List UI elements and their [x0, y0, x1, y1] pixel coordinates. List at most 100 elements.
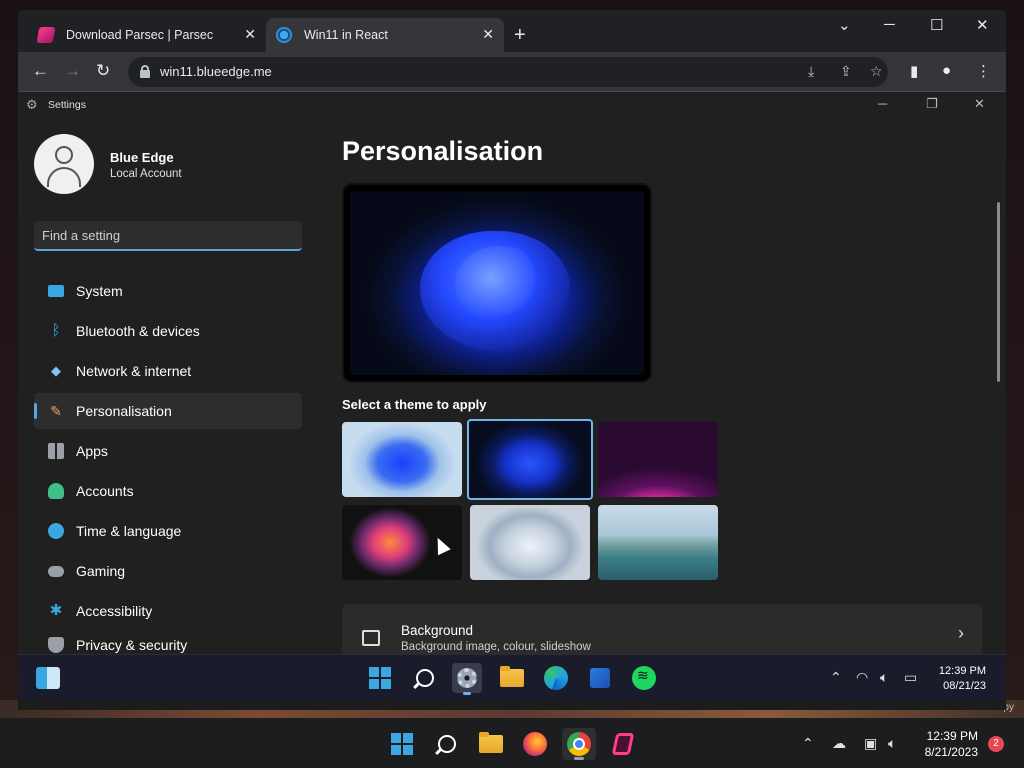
search-input[interactable]: [34, 221, 302, 249]
accessibility-icon: ✱: [49, 602, 63, 619]
sidebar-item-accounts[interactable]: Accounts: [34, 473, 302, 509]
sidebar-item-gaming[interactable]: Gaming: [34, 553, 302, 589]
sidebar-item-personalisation[interactable]: ✎ Personalisation: [34, 393, 302, 429]
folder-icon: [479, 732, 503, 753]
back-arrow-icon[interactable]: ←: [32, 61, 49, 81]
tab-win11[interactable]: Win11 in React ✕: [266, 18, 504, 52]
sidebar-item-network[interactable]: ◆ Network & internet: [34, 353, 302, 389]
profile-name: Blue Edge: [110, 150, 174, 165]
apps-icon: [48, 443, 64, 459]
host-start-button[interactable]: [385, 728, 419, 760]
settings-app-button[interactable]: [452, 663, 482, 695]
parsec-icon: [36, 27, 56, 43]
host-clock[interactable]: 12:39 PM 8/21/2023: [914, 728, 978, 760]
theme-thumbnail-sunrise[interactable]: [598, 505, 718, 580]
browser-window: Download Parsec | Parsec ✕ Win11 in Reac…: [18, 10, 1006, 710]
notification-badge[interactable]: 2: [988, 736, 1004, 752]
settings-restore-button[interactable]: ❐: [926, 96, 938, 112]
sidebar-item-system[interactable]: System: [34, 273, 302, 309]
sidebar-item-privacy[interactable]: Privacy & security: [34, 633, 302, 653]
windows-icon: [369, 667, 391, 689]
volume-icon[interactable]: 🔈︎: [888, 735, 896, 752]
bookmark-star-icon[interactable]: ☆: [870, 63, 883, 80]
search-icon: [438, 735, 456, 753]
page-title: Personalisation: [342, 136, 544, 166]
theme-thumbnail-flow[interactable]: [470, 505, 590, 580]
tab-strip: Download Parsec | Parsec ✕ Win11 in Reac…: [18, 10, 1006, 52]
search-button[interactable]: [410, 663, 440, 693]
battery-icon[interactable]: ▭: [904, 669, 917, 686]
sidebar-item-label: Bluetooth & devices: [76, 323, 200, 339]
tab-parsec[interactable]: Download Parsec | Parsec ✕: [28, 18, 266, 52]
search-icon: [416, 669, 434, 687]
host-firefox-button[interactable]: [518, 728, 552, 760]
minimize-button[interactable]: ─: [884, 16, 895, 33]
forward-arrow-icon[interactable]: →: [64, 61, 81, 81]
volume-icon[interactable]: 🔈︎: [880, 669, 888, 686]
web-page: ⚙ Settings ─ ❐ ✕ Blue Edge Local Account…: [18, 92, 1006, 710]
host-clock-time: 12:39 PM: [926, 729, 978, 743]
file-explorer-button[interactable]: [497, 663, 527, 693]
edge-button[interactable]: [541, 663, 571, 693]
lock-icon[interactable]: [140, 65, 150, 78]
start-button[interactable]: [365, 663, 395, 693]
sidebar-item-bluetooth[interactable]: ᛒ Bluetooth & devices: [34, 313, 302, 349]
share-icon[interactable]: ⇪: [840, 63, 852, 80]
scrollbar[interactable]: [997, 202, 1000, 382]
maximize-button[interactable]: ☐: [930, 16, 943, 34]
wifi-icon[interactable]: ◠: [856, 669, 868, 686]
network-icon: ◆: [51, 363, 61, 378]
close-window-button[interactable]: ✕: [976, 16, 989, 34]
side-panel-icon[interactable]: ▮: [910, 62, 918, 80]
theme-thumbnail-dark-bloom[interactable]: [467, 419, 593, 500]
tab-search-button[interactable]: ⌄: [838, 16, 851, 34]
menu-icon[interactable]: ⋮: [976, 62, 991, 80]
theme-section-label: Select a theme to apply: [342, 397, 487, 412]
widgets-icon[interactable]: [36, 667, 60, 689]
background-subtitle: Background image, colour, slideshow: [401, 641, 591, 653]
store-button[interactable]: [585, 663, 615, 693]
system-icon: [48, 285, 64, 297]
background-title: Background: [401, 623, 474, 638]
reload-icon[interactable]: ↻: [96, 61, 110, 81]
settings-close-button[interactable]: ✕: [974, 96, 985, 112]
sidebar-item-apps[interactable]: Apps: [34, 433, 302, 469]
sidebar-item-label: Privacy & security: [76, 637, 188, 653]
browser-toolbar: ← → ↻ win11.blueedge.me ⤓ ⇪ ☆ ▮ ● ⋮: [18, 52, 1006, 92]
network-icon[interactable]: ▣: [864, 735, 877, 752]
host-taskbar: ⌃ ☁ ▣ 🔈︎ 12:39 PM 8/21/2023 2: [0, 718, 1024, 768]
theme-thumbnail-light-bloom[interactable]: [342, 422, 462, 497]
taskbar-clock[interactable]: 12:39 PM 08/21/23: [936, 664, 986, 694]
host-clock-date: 8/21/2023: [924, 745, 978, 759]
url-text[interactable]: win11.blueedge.me: [160, 64, 272, 79]
address-bar[interactable]: win11.blueedge.me ⤓ ⇪ ☆: [128, 57, 888, 87]
chevron-up-icon[interactable]: ⌃: [802, 735, 814, 752]
profile-icon[interactable]: ●: [942, 62, 951, 79]
sidebar-item-time-language[interactable]: Time & language: [34, 513, 302, 549]
spotify-button[interactable]: [629, 663, 659, 693]
sidebar-item-label: Network & internet: [76, 363, 192, 379]
theme-thumbnail-glow[interactable]: [598, 422, 718, 497]
host-parsec-button[interactable]: [606, 728, 640, 760]
close-icon[interactable]: ✕: [482, 26, 494, 43]
settings-minimize-button[interactable]: ─: [878, 96, 887, 111]
chevron-up-icon[interactable]: ⌃: [830, 669, 842, 686]
clock-time: 12:39 PM: [938, 665, 986, 677]
brush-icon: ✎: [50, 403, 62, 419]
avatar[interactable]: [34, 134, 94, 194]
edge-icon: [544, 666, 568, 690]
search-field[interactable]: [34, 221, 302, 251]
win11-icon: [276, 27, 292, 43]
install-app-icon[interactable]: ⤓: [808, 63, 814, 80]
folder-icon: [500, 666, 524, 687]
person-icon: [55, 146, 73, 164]
accounts-icon: [48, 483, 64, 499]
wallpaper-preview: [350, 191, 644, 375]
host-search-button[interactable]: [430, 728, 464, 760]
sidebar-item-accessibility[interactable]: ✱ Accessibility: [34, 593, 302, 629]
close-icon[interactable]: ✕: [244, 26, 256, 43]
new-tab-button[interactable]: +: [514, 24, 526, 47]
cloud-offline-icon[interactable]: ☁: [832, 735, 846, 752]
host-file-explorer-button[interactable]: [474, 728, 508, 760]
host-chrome-button[interactable]: [562, 728, 596, 760]
